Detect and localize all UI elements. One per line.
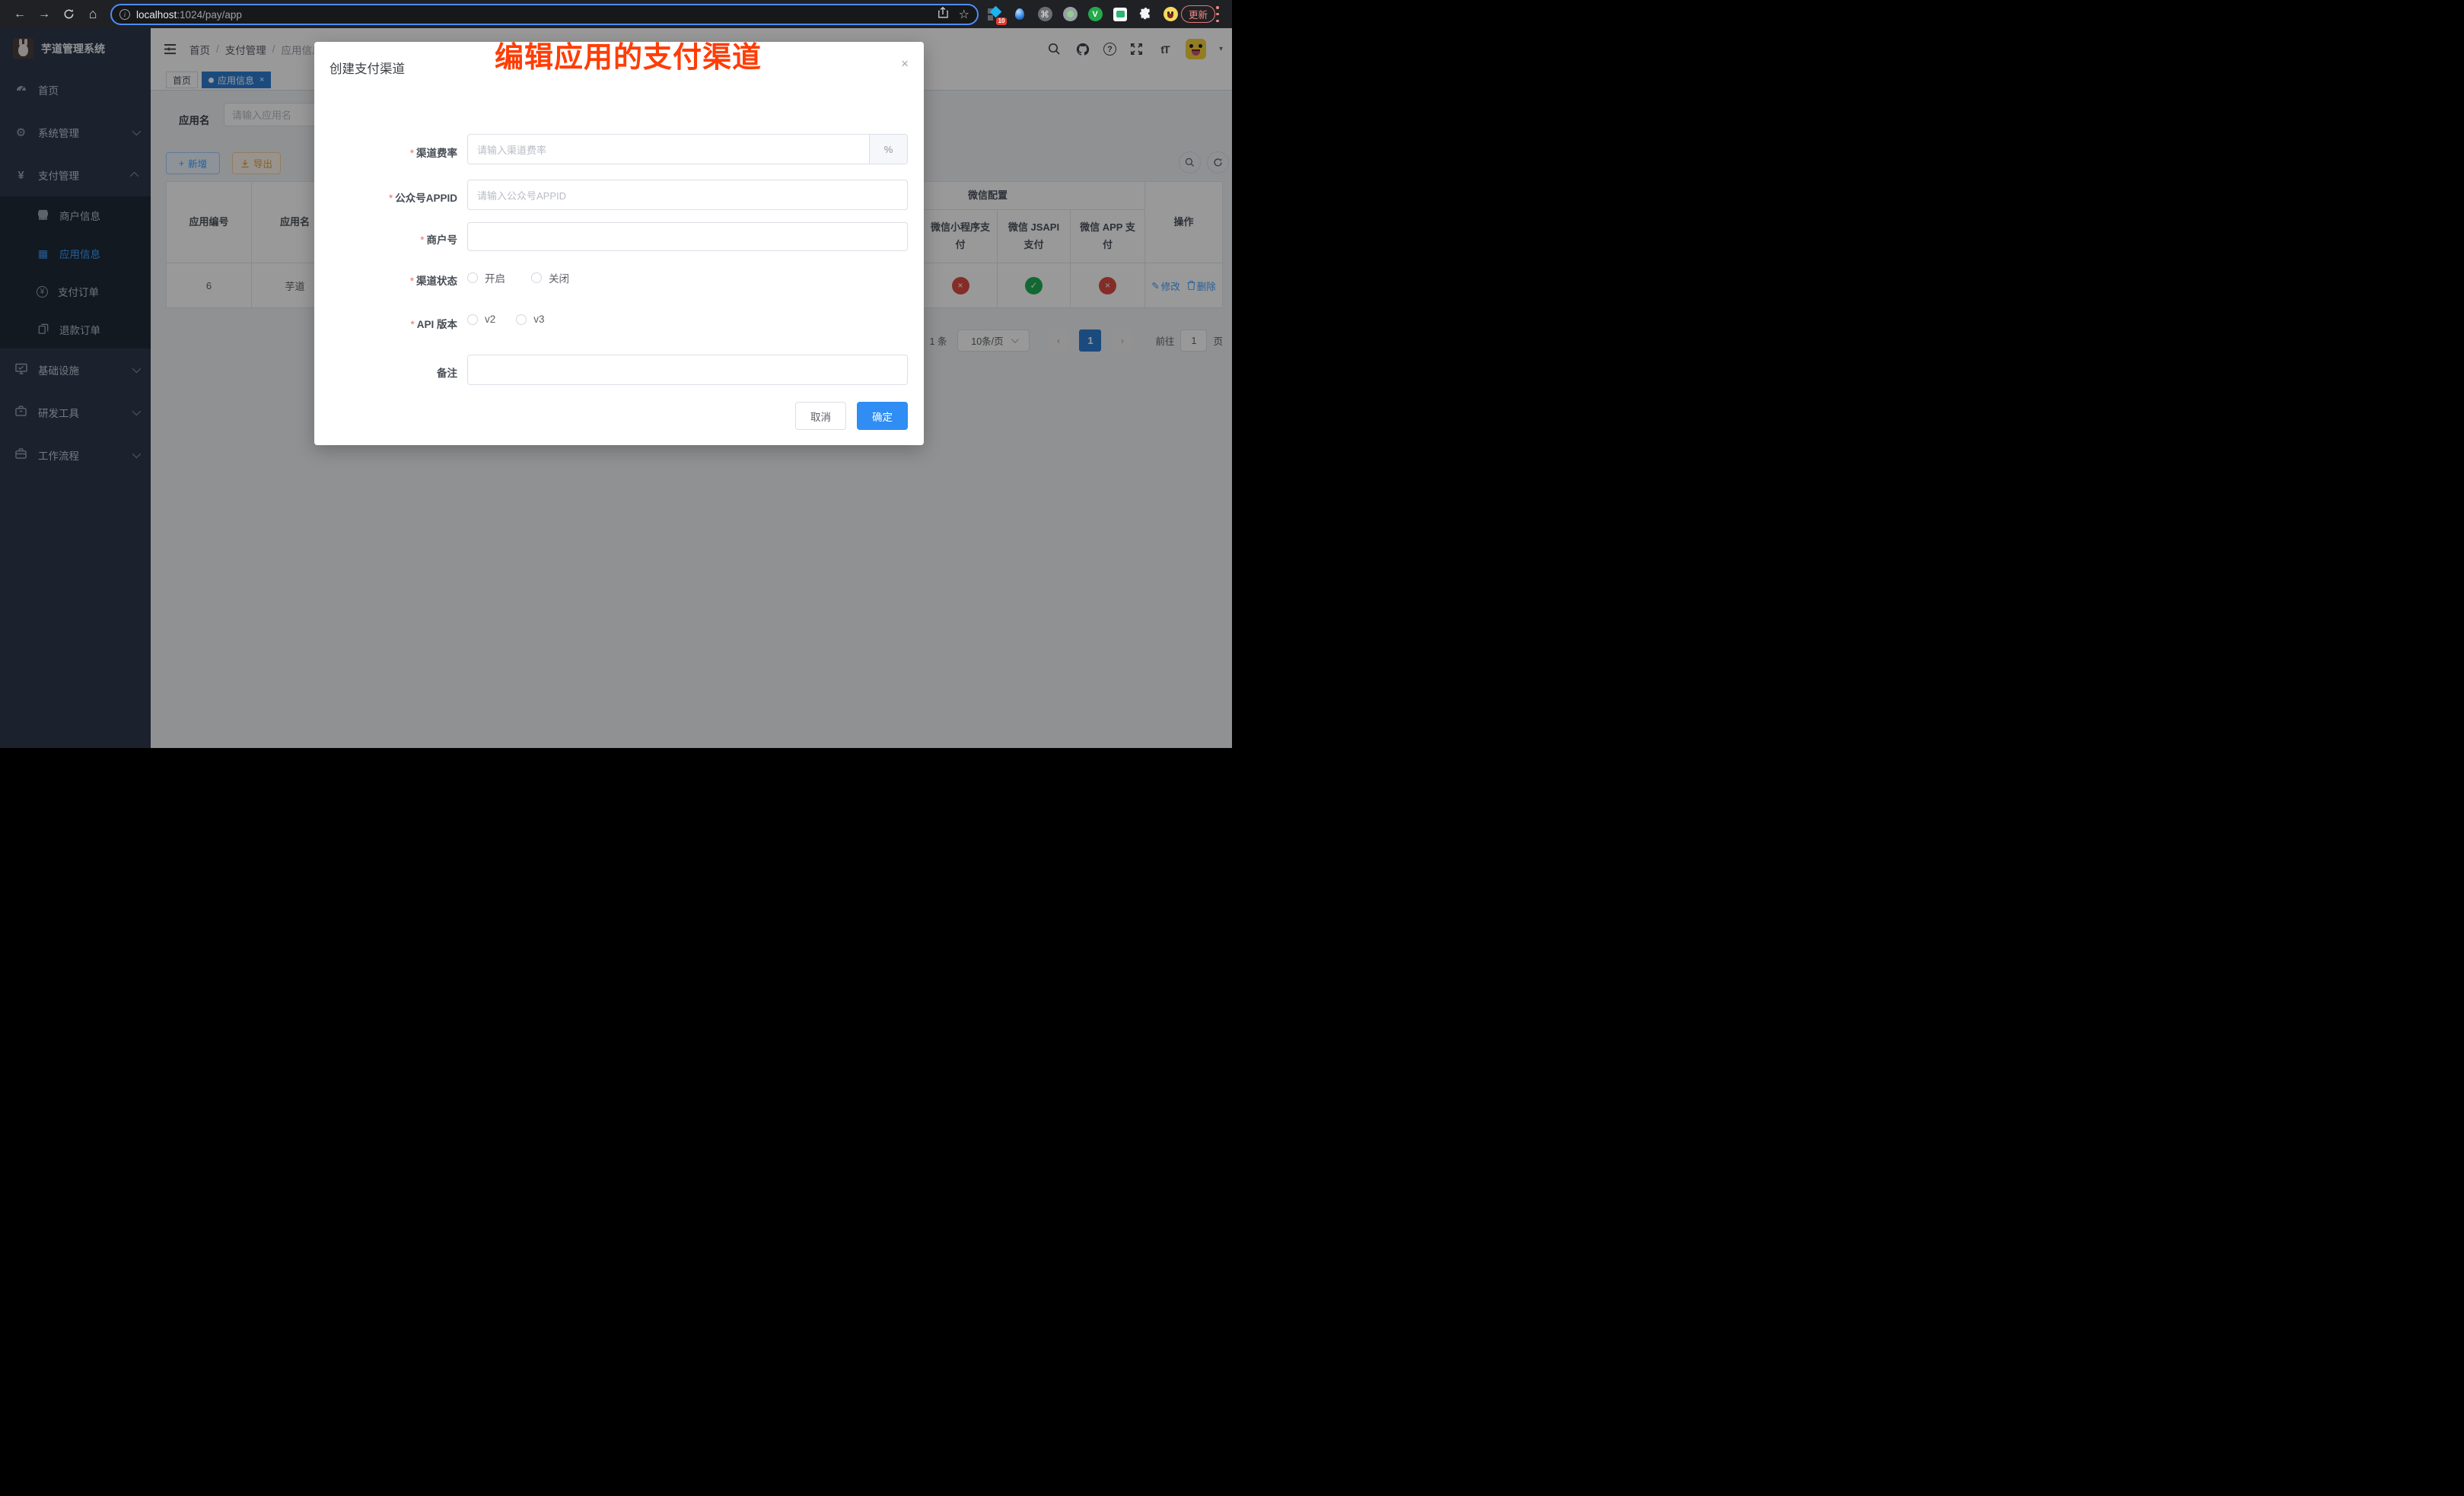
profile-avatar-icon[interactable] — [1163, 7, 1178, 22]
radio-icon — [467, 272, 478, 283]
extension-badge: 10 — [996, 18, 1007, 25]
forward-icon[interactable]: → — [32, 4, 56, 25]
extension-icon[interactable]: 10 — [987, 7, 1002, 22]
field-label-remark: 备注 — [437, 364, 457, 380]
field-label-status: *渠道状态 — [410, 272, 457, 288]
field-label-appid: *公众号APPID — [389, 189, 457, 205]
remark-input[interactable] — [467, 355, 908, 385]
percent-suffix: % — [869, 135, 907, 164]
status-on-radio[interactable]: 开启 — [467, 270, 505, 285]
appid-input[interactable]: 请输入公众号APPID — [467, 180, 908, 210]
dialog-title: 创建支付渠道 — [329, 59, 405, 77]
extensions-strip: 10 ⌘ V — [987, 0, 1178, 28]
browser-toolbar: ← → ⌂ i localhost:1024/pay/app ☆ 10 — [0, 0, 1232, 28]
home-icon[interactable]: ⌂ — [81, 4, 105, 25]
cancel-button[interactable]: 取消 — [795, 402, 846, 430]
api-v3-radio[interactable]: v3 — [516, 314, 544, 325]
merchant-no-input[interactable] — [467, 222, 908, 251]
rate-input[interactable]: 请输入渠道费率 % — [467, 134, 908, 164]
browser-update-button[interactable]: 更新 — [1181, 5, 1215, 23]
field-label-api: *API 版本 — [410, 316, 457, 331]
browser-menu-icon[interactable] — [1216, 6, 1219, 22]
url-bar[interactable]: i localhost:1024/pay/app ☆ — [110, 4, 979, 25]
site-info-icon[interactable]: i — [119, 9, 130, 20]
radio-icon — [467, 314, 478, 325]
create-pay-channel-dialog: 创建支付渠道 × *渠道费率 请输入渠道费率 % *公众号APPID 请输入公众… — [314, 42, 924, 445]
extension-icon[interactable]: ⌘ — [1037, 7, 1052, 22]
url-text: localhost:1024/pay/app — [136, 9, 242, 21]
share-icon[interactable] — [938, 7, 948, 23]
reload-icon[interactable] — [56, 4, 81, 25]
field-label-rate: *渠道费率 — [410, 145, 457, 160]
radio-icon — [516, 314, 527, 325]
extension-icon[interactable] — [1012, 7, 1027, 22]
extension-icon[interactable] — [1113, 7, 1128, 22]
dialog-close-icon[interactable]: × — [901, 57, 909, 70]
extension-icon[interactable]: V — [1087, 7, 1103, 22]
annotation-text: 编辑应用的支付渠道 — [495, 33, 762, 75]
field-label-mch: *商户号 — [420, 231, 457, 247]
confirm-button[interactable]: 确定 — [857, 402, 908, 430]
status-off-radio[interactable]: 关闭 — [531, 270, 569, 285]
bookmark-star-icon[interactable]: ☆ — [959, 7, 969, 22]
radio-icon — [531, 272, 542, 283]
puzzle-extensions-icon[interactable] — [1138, 7, 1153, 22]
screen: ← → ⌂ i localhost:1024/pay/app ☆ 10 — [0, 0, 1232, 748]
extension-icon[interactable] — [1062, 7, 1078, 22]
back-icon[interactable]: ← — [8, 4, 32, 25]
api-v2-radio[interactable]: v2 — [467, 314, 495, 325]
